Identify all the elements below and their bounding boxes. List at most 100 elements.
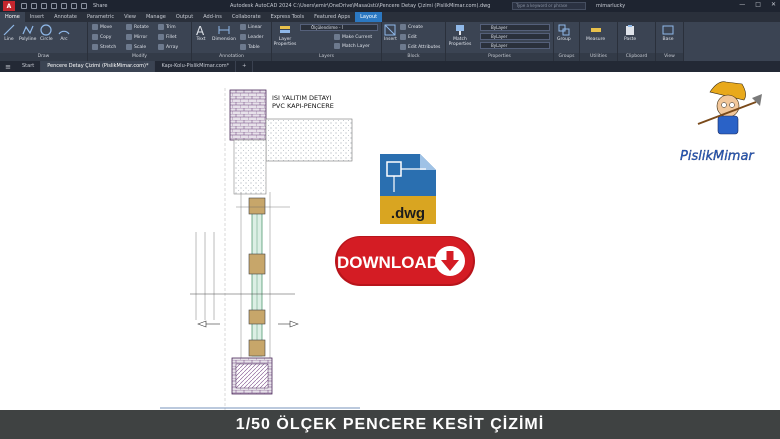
match-layer-icon <box>334 43 340 49</box>
rotate-button[interactable]: Rotate <box>126 24 149 30</box>
drawing-canvas[interactable]: ISI YALITIM DETAYI PVC KAPI-PENCERE .dwg <box>0 72 780 410</box>
create-block-button[interactable]: Create <box>400 24 423 30</box>
tab-home[interactable]: Home <box>0 12 25 22</box>
tab-express-tools[interactable]: Express Tools <box>266 12 309 22</box>
dimension-button[interactable]: Dimension <box>212 24 236 42</box>
open-file-icon[interactable] <box>31 3 37 9</box>
maximize-button[interactable]: □ <box>755 1 761 8</box>
polyline-icon <box>22 25 34 35</box>
undo-icon[interactable] <box>71 3 77 9</box>
groups-panel-title[interactable]: Groups <box>554 53 579 61</box>
save-as-icon[interactable] <box>51 3 57 9</box>
tab-output[interactable]: Output <box>171 12 198 22</box>
tab-view[interactable]: View <box>119 12 141 22</box>
base-button[interactable]: Base <box>662 24 674 42</box>
line-button[interactable]: Line <box>3 24 15 42</box>
print-icon[interactable] <box>61 3 67 9</box>
share-button[interactable]: Share <box>93 3 107 9</box>
color-dropdown[interactable]: ByLayer <box>480 24 550 31</box>
utilities-panel-title[interactable]: Utilities <box>580 53 617 61</box>
leader-icon <box>240 34 246 40</box>
scale-button[interactable]: Scale <box>126 44 146 50</box>
tab-pencere-detay[interactable]: Pencere Detay Çizimi (PislikMimar.com)* <box>41 61 156 72</box>
new-file-icon[interactable] <box>21 3 27 9</box>
layers-panel-title[interactable]: Layers <box>272 53 381 61</box>
trim-button[interactable]: Trim <box>158 24 176 30</box>
layer-dropdown[interactable]: Ölçülendirme - İ <box>300 24 378 31</box>
polyline-label: Polyline <box>19 37 37 42</box>
annotation-panel: A Text Dimension Linear Leader Table Ann… <box>192 22 272 61</box>
mirror-button[interactable]: Mirror <box>126 34 147 40</box>
copy-label: Copy <box>100 34 112 40</box>
polyline-button[interactable]: Polyline <box>19 24 36 42</box>
search-input[interactable]: Type a keyword or phrase <box>512 2 586 10</box>
tab-layout[interactable]: Layout <box>355 12 383 22</box>
group-button[interactable]: Group <box>557 24 571 42</box>
create-block-label: Create <box>408 24 423 30</box>
arc-button[interactable]: Arc <box>58 24 70 42</box>
fillet-button[interactable]: Fillet <box>158 34 177 40</box>
tab-annotate[interactable]: Annotate <box>49 12 82 22</box>
menu-icon[interactable]: ≡ <box>0 63 16 71</box>
stretch-label: Stretch <box>100 44 117 50</box>
measure-label: Measure <box>586 37 606 42</box>
modify-panel-title[interactable]: Modify <box>88 53 191 61</box>
clipboard-panel: Paste Clipboard <box>618 22 656 61</box>
tab-add-ins[interactable]: Add-ins <box>198 12 227 22</box>
new-tab-button[interactable]: + <box>236 61 254 72</box>
leader-dropdown[interactable]: Leader <box>240 34 263 40</box>
match-layer-button[interactable]: Match Layer <box>334 43 370 49</box>
array-icon <box>158 44 164 50</box>
linear-dropdown[interactable]: Linear <box>240 24 262 30</box>
text-button[interactable]: A Text <box>195 24 207 42</box>
edit-attributes-button[interactable]: Edit Attributes <box>400 44 440 50</box>
base-view-icon <box>662 25 674 35</box>
measure-button[interactable]: Measure <box>586 24 605 42</box>
block-panel-title[interactable]: Block <box>382 53 445 61</box>
move-button[interactable]: Move <box>92 24 112 30</box>
close-button[interactable]: ✕ <box>771 1 776 8</box>
tab-featured-apps[interactable]: Featured Apps <box>309 12 355 22</box>
stretch-button[interactable]: Stretch <box>92 44 116 50</box>
tab-insert[interactable]: Insert <box>25 12 49 22</box>
redo-icon[interactable] <box>81 3 87 9</box>
tab-kapi-kolu[interactable]: Kapı-Kolu-PislikMimar.com* <box>155 61 237 72</box>
properties-panel-title[interactable]: Properties <box>446 53 553 61</box>
dimension-icon <box>218 26 230 34</box>
linetype-dropdown[interactable]: ByLayer <box>480 33 550 40</box>
paste-button[interactable]: Paste <box>624 24 636 42</box>
user-account[interactable]: mimarlucky <box>596 3 625 9</box>
draw-panel-title[interactable]: Draw <box>0 53 87 61</box>
minimize-button[interactable]: — <box>739 1 745 8</box>
stretch-icon <box>92 44 98 50</box>
properties-panel: Match Properties ByLayer ByLayer ByLayer… <box>446 22 554 61</box>
match-properties-icon <box>456 25 464 35</box>
rotate-label: Rotate <box>134 24 149 30</box>
layer-properties-button[interactable]: Layer Properties <box>274 24 296 47</box>
draw-panel: Line Polyline Circle Arc Draw <box>0 22 88 61</box>
insert-label: Insert <box>384 37 397 42</box>
autocad-logo-icon[interactable]: A <box>3 1 15 11</box>
lineweight-dropdown[interactable]: ByLayer <box>480 42 550 49</box>
window-controls: — □ ✕ <box>739 1 776 8</box>
match-properties-button[interactable]: Match Properties <box>448 24 472 47</box>
edit-block-button[interactable]: Edit <box>400 34 417 40</box>
tab-start[interactable]: Start <box>16 61 42 72</box>
insert-button[interactable]: Insert <box>384 24 397 42</box>
view-panel-title[interactable]: View <box>656 53 683 61</box>
group-icon <box>558 24 570 36</box>
copy-button[interactable]: Copy <box>92 34 111 40</box>
download-label[interactable]: DOWNLOAD <box>337 253 439 272</box>
annotation-panel-title[interactable]: Annotation <box>192 53 271 61</box>
table-button[interactable]: Table <box>240 44 260 50</box>
make-current-button[interactable]: Make Current <box>334 34 372 40</box>
save-icon[interactable] <box>41 3 47 9</box>
rotate-icon <box>126 24 132 30</box>
ribbon-tabs: Home Insert Annotate Parametric View Man… <box>0 12 780 22</box>
tab-parametric[interactable]: Parametric <box>82 12 119 22</box>
tab-collaborate[interactable]: Collaborate <box>227 12 266 22</box>
clipboard-panel-title[interactable]: Clipboard <box>618 53 655 61</box>
tab-manage[interactable]: Manage <box>141 12 171 22</box>
circle-button[interactable]: Circle <box>40 24 53 42</box>
array-button[interactable]: Array <box>158 44 178 50</box>
